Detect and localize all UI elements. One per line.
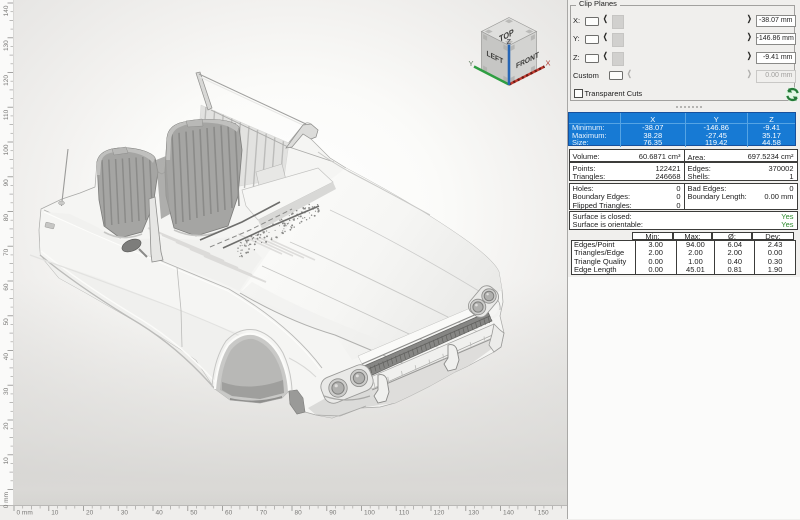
svg-text:70: 70 (260, 510, 268, 517)
svg-text:70: 70 (3, 248, 10, 256)
svg-text:20: 20 (86, 510, 94, 517)
svg-text:100: 100 (364, 510, 375, 517)
svg-text:90: 90 (329, 510, 337, 517)
svg-text:150: 150 (538, 510, 549, 517)
svg-text:30: 30 (3, 387, 10, 395)
svg-text:0 mm: 0 mm (17, 510, 33, 517)
svg-text:100: 100 (3, 144, 10, 155)
svg-text:10: 10 (3, 457, 10, 465)
svg-text:80: 80 (295, 510, 303, 517)
svg-text:60: 60 (3, 283, 10, 291)
svg-text:130: 130 (468, 510, 479, 517)
svg-text:10: 10 (51, 510, 59, 517)
svg-text:20: 20 (3, 422, 10, 430)
svg-text:40: 40 (3, 353, 10, 361)
svg-text:140: 140 (503, 510, 514, 517)
svg-text:90: 90 (3, 179, 10, 187)
svg-text:130: 130 (3, 40, 10, 51)
svg-text:60: 60 (225, 510, 233, 517)
svg-text:110: 110 (3, 109, 10, 120)
svg-text:30: 30 (121, 510, 129, 517)
svg-text:50: 50 (3, 318, 10, 326)
svg-text:140: 140 (3, 5, 10, 16)
svg-text:80: 80 (3, 214, 10, 222)
svg-text:0 mm: 0 mm (3, 492, 10, 508)
svg-text:Y: Y (469, 59, 474, 68)
svg-text:120: 120 (3, 75, 10, 86)
svg-text:40: 40 (156, 510, 164, 517)
svg-text:50: 50 (190, 510, 198, 517)
svg-text:110: 110 (399, 510, 410, 517)
svg-text:Z: Z (507, 37, 512, 46)
svg-text:X: X (546, 59, 551, 68)
svg-text:120: 120 (434, 510, 445, 517)
